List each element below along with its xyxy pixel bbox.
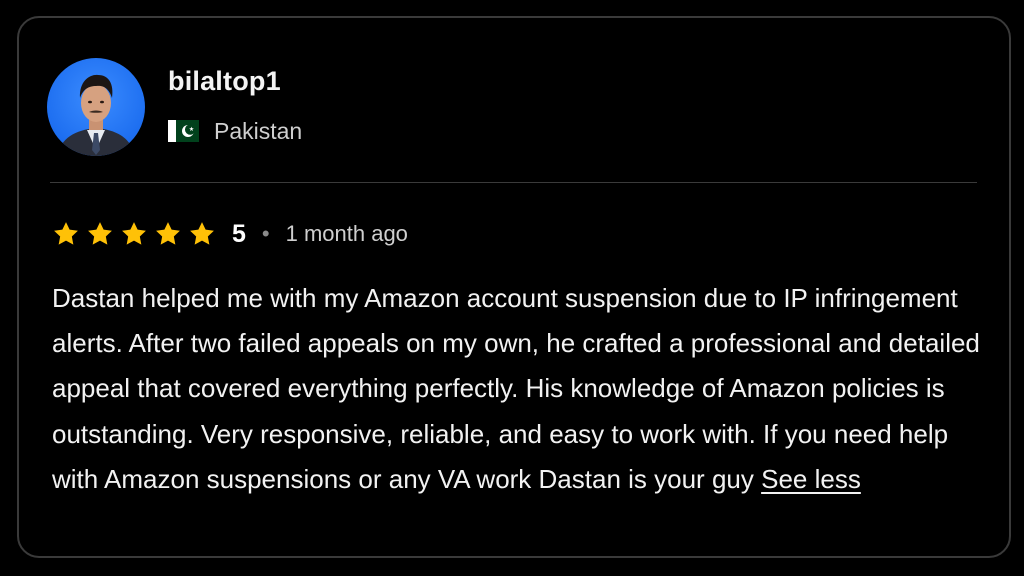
star-icon: [156, 222, 180, 245]
review-time: 1 month ago: [285, 221, 408, 246]
review-card: bilaltop1 Pakistan 5 • 1 month ago Dasta…: [17, 16, 1011, 558]
rating-value: 5: [232, 219, 246, 248]
separator-dot: •: [261, 221, 270, 246]
star-icon: [190, 222, 214, 245]
rating-row: 5 • 1 month ago: [52, 217, 408, 251]
avatar[interactable]: [47, 58, 145, 156]
reviewer-country-row: Pakistan: [168, 116, 302, 146]
see-less-link[interactable]: See less: [761, 464, 861, 494]
reviewer-country: Pakistan: [214, 117, 303, 144]
star-rating: [52, 220, 222, 248]
star-icon: [54, 222, 78, 245]
star-icon: [122, 222, 146, 245]
pakistan-flag-icon: [168, 120, 199, 142]
avatar-portrait-icon: [57, 74, 135, 156]
review-text: Dastan helped me with my Amazon account …: [52, 276, 992, 502]
reviewer-header: bilaltop1 Pakistan: [47, 58, 967, 162]
header-divider: [50, 182, 977, 183]
review-body: Dastan helped me with my Amazon account …: [52, 283, 980, 494]
reviewer-username[interactable]: bilaltop1: [168, 66, 281, 97]
star-icon: [88, 222, 112, 245]
